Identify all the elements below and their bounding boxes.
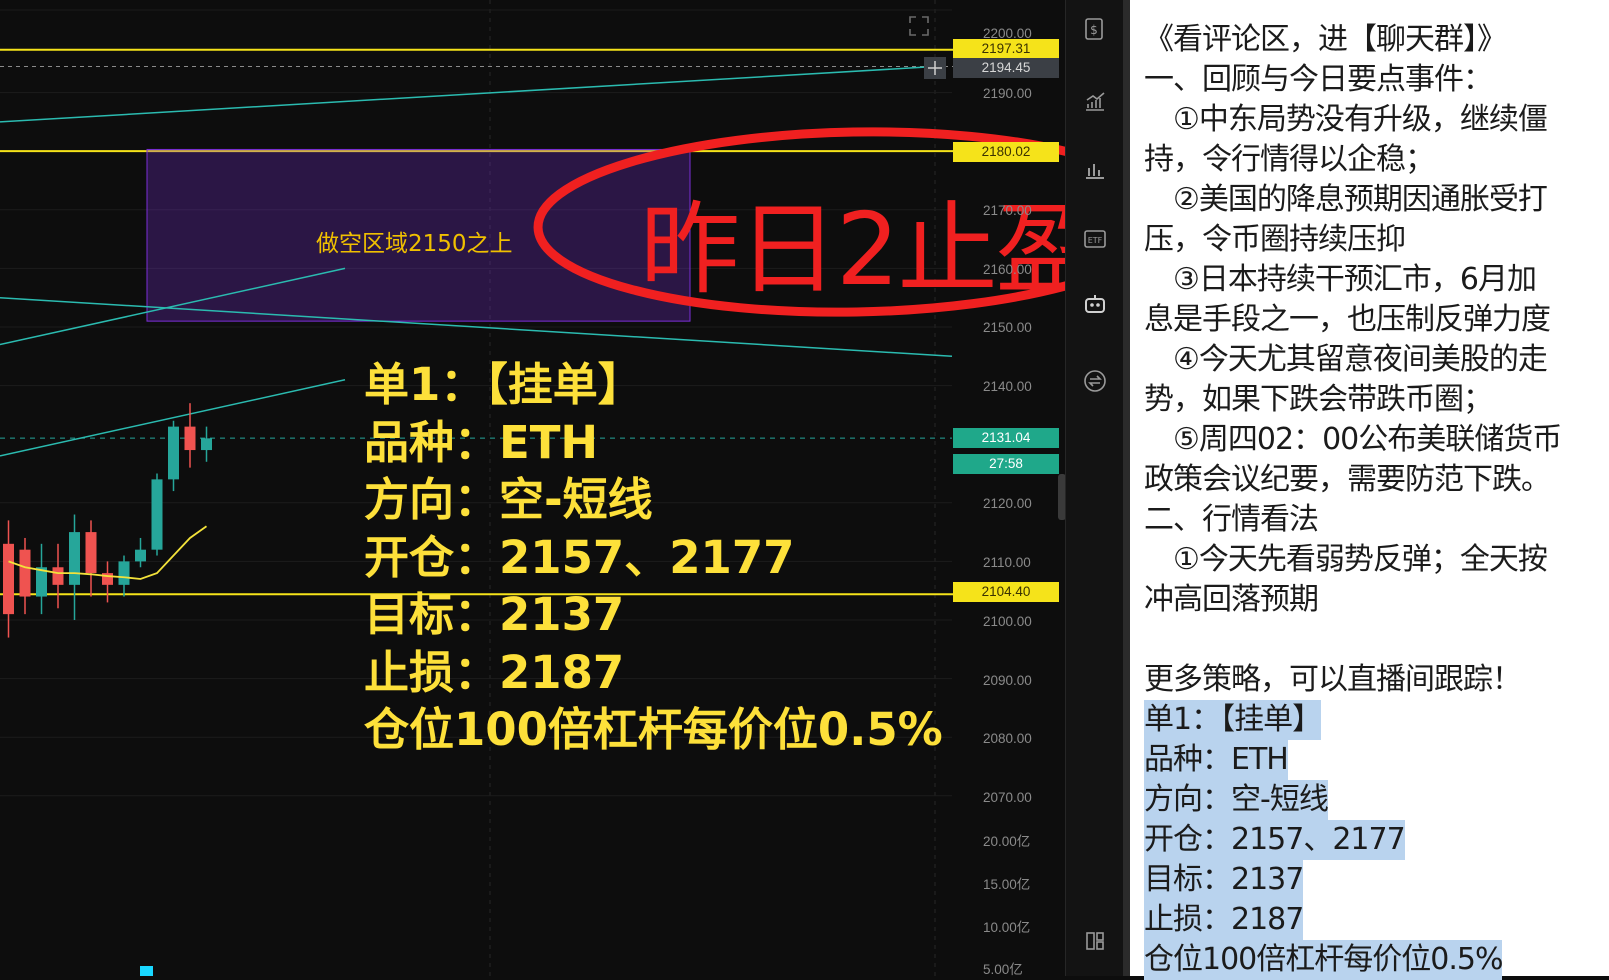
volume-axis-label: 10.00亿 bbox=[983, 920, 1031, 935]
notes-line: ①今天先看弱势反弹；全天按 bbox=[1144, 542, 1548, 577]
candle-body bbox=[135, 549, 146, 562]
price-axis-label: 2140.00 bbox=[983, 379, 1032, 394]
chart-toolbar: $ ETF bbox=[1065, 0, 1124, 976]
swap-icon[interactable] bbox=[1080, 366, 1110, 396]
notes-line: 《看评论区，进【聊天群】》 bbox=[1144, 22, 1507, 57]
candle-body bbox=[3, 543, 14, 615]
notes-highlighted-line: 开仓：2157、2177 bbox=[1144, 820, 1406, 860]
candle-body bbox=[201, 438, 212, 451]
svg-text:$: $ bbox=[1090, 23, 1098, 37]
price-axis-label: 2170.00 bbox=[983, 203, 1032, 218]
notes-line: 二、行情看法 bbox=[1144, 502, 1319, 537]
candle-body bbox=[151, 479, 163, 550]
notes-line: 势，如果下跌会带跌币圈； bbox=[1144, 382, 1493, 417]
notes-line: 压，令币圈持续压抑 bbox=[1144, 222, 1406, 257]
candle-body bbox=[52, 567, 64, 585]
notes-highlighted-line: 仓位100倍杠杆每价位0.5% bbox=[1144, 940, 1503, 980]
candle-body bbox=[184, 426, 196, 451]
notes-line: ②美国的降息预期因通胀受打 bbox=[1144, 182, 1548, 217]
order-line: 止损：2187 bbox=[364, 645, 625, 699]
notes-highlighted-line: 目标：2137 bbox=[1144, 860, 1304, 900]
notes-highlighted-line: 品种：ETH bbox=[1144, 740, 1289, 780]
etf-icon[interactable]: ETF bbox=[1080, 224, 1110, 254]
notes-line: 冲高回落预期 bbox=[1144, 582, 1319, 617]
order-line: 品种：ETH bbox=[364, 415, 599, 469]
price-axis-label: 2090.00 bbox=[983, 673, 1032, 688]
notes-line: 息是手段之一，也压制反弹力度 bbox=[1144, 302, 1551, 337]
chart-trend-icon[interactable] bbox=[1080, 86, 1110, 116]
bar-chart-icon[interactable] bbox=[1080, 154, 1110, 184]
price-axis-label: 2110.00 bbox=[983, 555, 1031, 570]
panel-divider[interactable] bbox=[1123, 0, 1130, 976]
trend-line bbox=[0, 65, 936, 123]
price-alert-icon[interactable]: $ bbox=[1080, 14, 1110, 44]
notes-line: 持，令行情得以企稳； bbox=[1144, 142, 1435, 177]
profit-stamp-text: 昨日2止盈 bbox=[640, 191, 1096, 308]
crosshair-add-icon[interactable] bbox=[924, 57, 946, 79]
short-zone-label: 做空区域2150之上 bbox=[316, 231, 513, 257]
price-axis-label: 2160.00 bbox=[983, 262, 1032, 277]
notes-line: ④今天尤其留意夜间美股的走 bbox=[1144, 342, 1548, 377]
price-axis-label: 2070.00 bbox=[983, 790, 1032, 805]
order-line: 仓位100倍杠杆每价位0.5% bbox=[364, 703, 943, 756]
price-axis-label: 2120.00 bbox=[983, 496, 1032, 511]
order-line: 目标：2137 bbox=[364, 588, 625, 641]
candle-body bbox=[118, 561, 130, 585]
notes-line: ③日本持续干预汇市，6月加 bbox=[1144, 262, 1537, 297]
robot-icon[interactable] bbox=[1080, 290, 1110, 320]
resistance-top-tag: 2197.31 bbox=[953, 39, 1059, 59]
candle-body bbox=[19, 549, 31, 597]
candle-body bbox=[168, 426, 179, 480]
order-line: 开仓：2157、2177 bbox=[364, 530, 795, 584]
notes-line: ⑤周四02：00公布美联储货币 bbox=[1144, 422, 1562, 457]
price-axis-label: 2150.00 bbox=[983, 320, 1032, 335]
notes-line: 更多策略，可以直播间跟踪！ bbox=[1144, 662, 1522, 697]
volume-axis-label: 5.00亿 bbox=[983, 962, 1023, 977]
volume-bar bbox=[140, 966, 153, 976]
order-overlay: 单1：【挂单】 品种：ETH 方向：空-短线 开仓：2157、2177 目标：2… bbox=[364, 356, 943, 759]
crosshair-price-tag: 2194.45 bbox=[953, 58, 1059, 78]
volume-axis-label: 15.00亿 bbox=[983, 877, 1031, 892]
notes-panel[interactable]: 《看评论区，进【聊天群】》 一、回顾与今日要点事件： ①中东局势没有升级，继续僵… bbox=[1130, 0, 1609, 980]
notes-highlighted-line: 方向：空-短线 bbox=[1144, 780, 1329, 820]
price-axis-label: 2190.00 bbox=[983, 86, 1032, 101]
fullscreen-icon[interactable] bbox=[907, 14, 931, 38]
order-line: 单1：【挂单】 bbox=[364, 358, 643, 411]
resistance-mid-tag: 2180.02 bbox=[953, 142, 1059, 162]
price-axis-label: 2100.00 bbox=[983, 614, 1032, 629]
candle-body bbox=[85, 532, 97, 574]
order-line: 方向：空-短线 bbox=[364, 473, 653, 526]
countdown-tag: 27:58 bbox=[953, 454, 1059, 474]
candle-body bbox=[69, 532, 80, 585]
volume-axis-label: 20.00亿 bbox=[983, 834, 1031, 849]
svg-text:ETF: ETF bbox=[1088, 236, 1103, 245]
layout-icon[interactable] bbox=[1080, 926, 1110, 956]
notes-line: 政策会议纪要，需要防范下跌。 bbox=[1144, 462, 1551, 497]
notes-highlighted-line: 单1：【挂单】 bbox=[1144, 700, 1322, 740]
current-price-tag: 2131.04 bbox=[953, 428, 1059, 448]
price-axis-label: 2080.00 bbox=[983, 731, 1032, 746]
support-tag: 2104.40 bbox=[953, 582, 1059, 602]
notes-highlighted-line: 止损：2187 bbox=[1144, 900, 1304, 940]
notes-line: 一、回顾与今日要点事件： bbox=[1144, 62, 1493, 97]
notes-line: ①中东局势没有升级，继续僵 bbox=[1144, 102, 1548, 137]
